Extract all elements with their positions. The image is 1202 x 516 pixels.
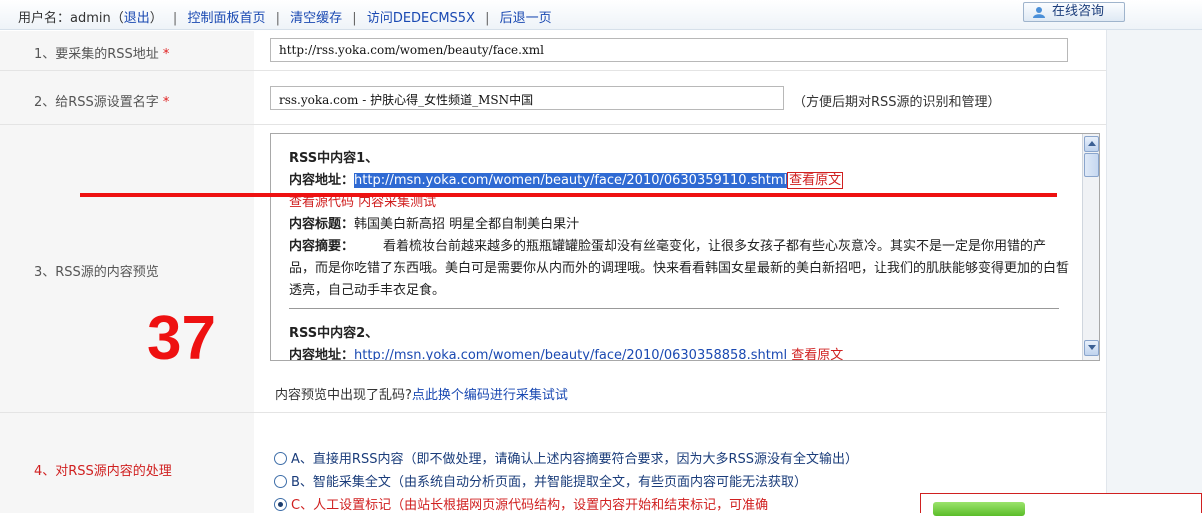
logout-link[interactable]: 退出 (124, 11, 150, 26)
online-consult-button[interactable]: 在线咨询 (1023, 2, 1125, 22)
preview-label: 3、RSS源的内容预览 (34, 265, 159, 280)
scroll-down-button[interactable] (1084, 340, 1099, 356)
summary-label: 内容摘要： (289, 239, 355, 254)
view-original-link[interactable]: 查看原文 (787, 172, 844, 189)
back-link[interactable]: 后退一页 (500, 11, 552, 26)
item-url[interactable]: http://msn.yoka.com/women/beauty/face/20… (354, 173, 788, 188)
annotation-number: 37 (147, 304, 216, 373)
tooltip-popup (920, 493, 1202, 516)
form-row-rss-name: 2、给RSS源设置名字 * rss.yoka.com - 护肤心得_女性频道_MS… (0, 71, 1106, 125)
option-title: 直接用RSS内容 (312, 452, 404, 467)
username-suffix: ） (149, 11, 163, 26)
visit-site-link[interactable]: 访问DEDECMS5X (367, 11, 475, 26)
content-preview-box[interactable]: RSS中内容1、 内容地址：http://msn.yoka.com/women/… (270, 133, 1100, 361)
scroll-thumb[interactable] (1084, 153, 1099, 177)
url-label: 内容地址： (289, 348, 355, 361)
item-url[interactable]: http://msn.yoka.com/women/beauty/face/20… (354, 348, 787, 360)
online-consult-label: 在线咨询 (1052, 4, 1105, 19)
process-label: 4、对RSS源内容的处理 (34, 464, 172, 479)
radio-button-selected[interactable] (274, 498, 287, 511)
chat-icon (1033, 7, 1045, 18)
separator: | (172, 11, 178, 26)
option-desc: （由站长根据网页源代码结构，设置内容开始和结束标记，可准确 (391, 498, 769, 513)
option-desc: （由系统自动分析页面，并智能提取全文，有些页面内容可能无法获取） (390, 475, 807, 490)
rss-name-input[interactable]: rss.yoka.com - 护肤心得_女性频道_MSN中国 (270, 86, 784, 110)
radio-button[interactable] (274, 475, 287, 488)
arrow-down-icon (1088, 345, 1096, 350)
green-button[interactable] (933, 502, 1025, 516)
title-label: 内容标题： (289, 217, 355, 232)
top-bar: 用户名：admin（退出） | 控制面板首页 | 清空缓存 | 访问DEDECM… (0, 0, 1202, 30)
encoding-hint-text: 内容预览中出现了乱码? (275, 388, 412, 403)
item-title-value: 韩国美白新高招 明星全都自制美白果汁 (354, 217, 580, 232)
rss-name-label: 2、给RSS源设置名字 * (34, 95, 170, 110)
scroll-up-button[interactable] (1084, 136, 1099, 152)
collect-test-link[interactable]: 内容采集测试 (358, 195, 436, 210)
rss-url-label: 1、要采集的RSS地址 * (34, 47, 170, 62)
rss-url-input[interactable]: http://rss.yoka.com/women/beauty/face.xm… (270, 38, 1068, 62)
url-label: 内容地址： (289, 173, 355, 188)
item-summary: 看着梳妆台前越来越多的瓶瓶罐罐脸蛋却没有丝毫变化，让很多女孩子都有些心灰意冷。其… (289, 239, 1070, 298)
option-smart-collect[interactable]: B、智能采集全文（由系统自动分析页面，并智能提取全文，有些页面内容可能无法获取） (274, 471, 807, 490)
separator: | (485, 11, 490, 26)
item-title: RSS中内容2、 (289, 326, 379, 341)
preview-content: RSS中内容1、 内容地址：http://msn.yoka.com/women/… (289, 148, 1070, 361)
view-source-link[interactable]: 查看源代码 (289, 195, 354, 210)
option-direct-rss[interactable]: A、直接用RSS内容（即不做处理，请确认上述内容摘要符合要求，因为大多RSS源没… (274, 448, 858, 467)
preview-scrollbar[interactable] (1082, 134, 1099, 360)
username-text: 用户名：admin（ (18, 11, 124, 26)
item-title: RSS中内容1、 (289, 151, 379, 166)
option-manual-markers[interactable]: C、人工设置标记（由站长根据网页源代码结构，设置内容开始和结束标记，可准确 (274, 494, 768, 513)
dashboard-link[interactable]: 控制面板首页 (187, 11, 265, 26)
separator: | (352, 11, 357, 26)
encoding-hint: 内容预览中出现了乱码?点此换个编码进行采集试试 (275, 384, 568, 403)
option-desc: （即不做处理，请确认上述内容摘要符合要求，因为大多RSS源没有全文输出） (403, 452, 858, 467)
option-title: 人工设置标记 (313, 498, 392, 513)
separator: | (275, 11, 280, 26)
divider (289, 308, 1059, 309)
rss-name-hint: （方便后期对RSS源的识别和管理） (793, 95, 1001, 110)
required-mark: * (162, 47, 170, 62)
top-links: 用户名：admin（退出） | 控制面板首页 | 清空缓存 | 访问DEDECM… (18, 7, 552, 26)
clear-cache-link[interactable]: 清空缓存 (290, 11, 342, 26)
form-row-rss-url: 1、要采集的RSS地址 * http://rss.yoka.com/women/b… (0, 31, 1106, 71)
arrow-up-icon (1088, 141, 1096, 146)
right-panel (1106, 30, 1202, 513)
radio-button[interactable] (274, 452, 287, 465)
required-mark: * (162, 95, 170, 110)
option-title: 智能采集全文 (312, 475, 391, 490)
change-encoding-link[interactable]: 点此换个编码进行采集试试 (412, 388, 568, 403)
annotation-underline (80, 193, 1057, 197)
view-original-link[interactable]: 查看原文 (791, 348, 843, 360)
